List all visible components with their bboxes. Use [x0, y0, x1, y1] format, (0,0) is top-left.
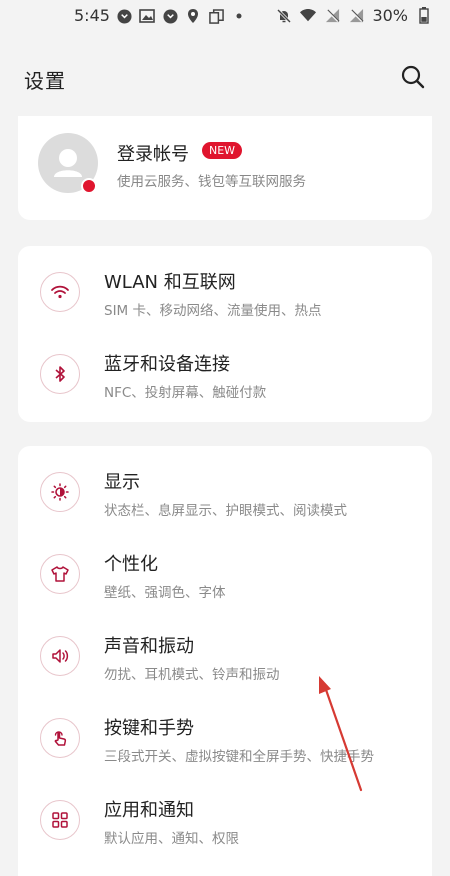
new-badge: NEW — [202, 142, 243, 159]
settings-item-bluetooth[interactable]: 蓝牙和设备连接 NFC、投射屏幕、触碰付款 — [18, 336, 432, 416]
item-title: 蓝牙和设备连接 — [104, 354, 230, 375]
wifi-icon — [300, 8, 317, 24]
no-signal-icon — [348, 8, 364, 24]
notification-dot — [81, 178, 97, 194]
speaker-icon — [40, 636, 80, 676]
status-time: 5:45 — [74, 6, 110, 25]
wifi-icon — [40, 272, 80, 312]
account-subtitle: 使用云服务、钱包等互联网服务 — [117, 174, 306, 190]
item-title: WLAN 和互联网 — [104, 272, 236, 293]
no-signal-icon — [324, 8, 340, 24]
item-title: 按键和手势 — [104, 718, 194, 739]
brightness-icon — [40, 472, 80, 512]
account-title: 登录帐号 — [117, 144, 189, 165]
item-subtitle: 状态栏、息屏显示、护眼模式、阅读模式 — [104, 503, 347, 519]
settings-card: 显示 状态栏、息屏显示、护眼模式、阅读模式 个性化 壁纸、强调色、字体 声音和振… — [18, 446, 432, 876]
tshirt-icon — [40, 554, 80, 594]
notification-icon — [162, 8, 178, 24]
item-title: 个性化 — [104, 554, 158, 575]
network-card: WLAN 和互联网 SIM 卡、移动网络、流量使用、热点 蓝牙和设备连接 NFC… — [18, 246, 432, 422]
status-bar: 5:45 30% — [0, 0, 450, 34]
item-subtitle: NFC、投射屏幕、触碰付款 — [104, 385, 267, 401]
item-title: 声音和振动 — [104, 636, 194, 657]
battery-percent: 30% — [372, 6, 408, 25]
apps-icon — [40, 800, 80, 840]
settings-item-sound[interactable]: 声音和振动 勿扰、耳机模式、铃声和振动 — [18, 618, 432, 698]
account-card[interactable]: 登录帐号 NEW 使用云服务、钱包等互联网服务 — [18, 116, 432, 220]
settings-item-wlan[interactable]: WLAN 和互联网 SIM 卡、移动网络、流量使用、热点 — [18, 254, 432, 334]
gesture-icon — [40, 718, 80, 758]
bluetooth-icon — [40, 354, 80, 394]
search-icon — [401, 65, 425, 89]
app-header: 设置 — [0, 34, 450, 124]
item-title: 显示 — [104, 472, 140, 493]
page-title: 设置 — [24, 69, 66, 93]
settings-item-buttons-gestures[interactable]: 按键和手势 三段式开关、虚拟按键和全屏手势、快捷手势 — [18, 700, 432, 780]
item-subtitle: SIM 卡、移动网络、流量使用、热点 — [104, 303, 322, 319]
notification-icon — [116, 8, 132, 24]
location-icon — [185, 8, 201, 24]
settings-item-display[interactable]: 显示 状态栏、息屏显示、护眼模式、阅读模式 — [18, 454, 432, 534]
status-icons-right: 30% — [276, 6, 432, 25]
settings-item-personalization[interactable]: 个性化 壁纸、强调色、字体 — [18, 536, 432, 616]
item-subtitle: 默认应用、通知、权限 — [104, 831, 239, 847]
item-subtitle: 壁纸、强调色、字体 — [104, 585, 226, 601]
item-title: 应用和通知 — [104, 800, 194, 821]
item-subtitle: 勿扰、耳机模式、铃声和振动 — [104, 667, 280, 683]
search-button[interactable] — [400, 64, 426, 90]
status-icons-left — [116, 8, 247, 24]
battery-icon — [416, 7, 432, 24]
settings-item-apps-notifications[interactable]: 应用和通知 默认应用、通知、权限 — [18, 782, 432, 862]
item-subtitle: 三段式开关、虚拟按键和全屏手势、快捷手势 — [104, 749, 374, 765]
copy-icon — [208, 8, 224, 24]
mute-icon — [276, 8, 292, 24]
gallery-icon — [139, 8, 155, 24]
dot-icon — [231, 8, 247, 24]
